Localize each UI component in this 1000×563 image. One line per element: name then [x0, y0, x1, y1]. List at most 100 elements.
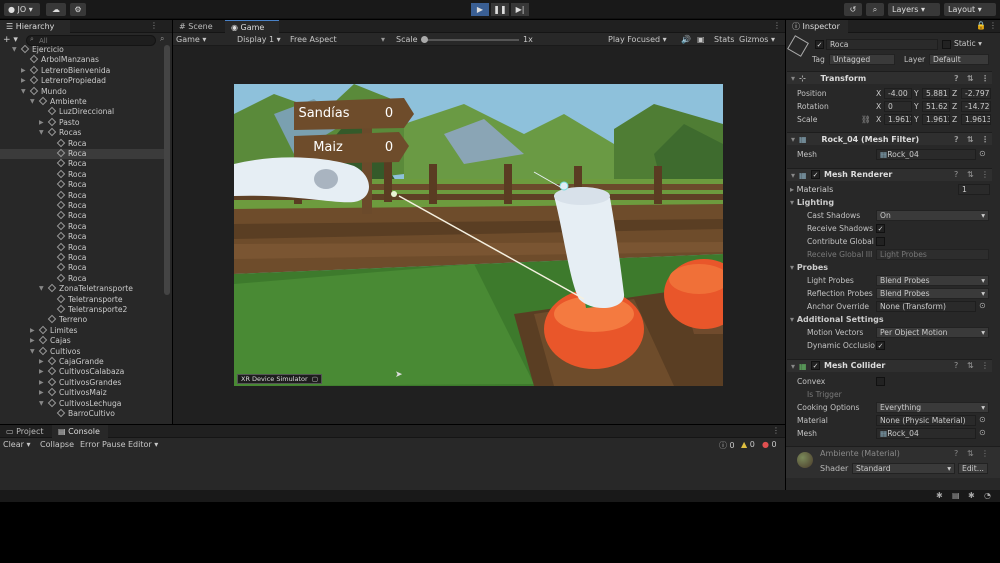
more-icon[interactable]: ⋮ [150, 21, 158, 30]
cooking-options-dropdown[interactable]: Everything ▾ [876, 402, 989, 413]
chevron-down-icon[interactable]: ▼ [12, 45, 20, 55]
chevron-right-icon[interactable]: ▶ [39, 357, 47, 367]
shader-dropdown[interactable]: Standard ▾ [852, 463, 955, 474]
add-button[interactable]: + ▾ [3, 35, 18, 45]
collider-mesh-field[interactable]: ▦Rock_04 [876, 428, 976, 439]
mesh-renderer-enabled-checkbox[interactable]: ✓ [811, 170, 820, 179]
mesh-filter-mesh-field[interactable]: ▦Rock_04 [876, 149, 976, 160]
help-icon[interactable]: ? [954, 449, 958, 458]
tab-game[interactable]: ◉ Game [225, 20, 279, 33]
warning-count[interactable]: ▲ 0 [741, 440, 755, 449]
hierarchy-item[interactable]: ▶ CajaGrande [0, 356, 170, 367]
presets-icon[interactable]: ⇅ [967, 72, 974, 85]
hierarchy-item[interactable]: Roca [0, 159, 170, 169]
help-icon[interactable]: ? [954, 133, 959, 146]
expand-icon[interactable]: ▢ [312, 375, 318, 383]
transform-header[interactable]: ▾ ⊹ Transform? ⇅ ⋮ [787, 71, 992, 84]
tab-scene[interactable]: # Scene [173, 20, 225, 33]
hierarchy-item[interactable]: Roca [0, 211, 170, 221]
chevron-down-icon[interactable]: ▼ [39, 399, 47, 409]
receive-shadows-checkbox[interactable]: ✓ [876, 224, 885, 233]
hierarchy-item[interactable]: Roca [0, 179, 170, 190]
link-icon[interactable]: ⛓ [861, 114, 871, 125]
presets-icon[interactable]: ⇅ [967, 133, 974, 146]
aspect-chevron-icon[interactable]: ▾ [381, 35, 385, 44]
cloud-icon[interactable]: ☁ [46, 3, 66, 16]
scale-x-field[interactable]: 1.9613 [884, 114, 912, 125]
hierarchy-item[interactable]: Roca [0, 200, 170, 211]
collapse-button[interactable]: Collapse [40, 440, 74, 449]
rotation-z-field[interactable]: -14.72 [961, 101, 991, 112]
hierarchy-item[interactable]: Roca [0, 138, 170, 149]
convex-checkbox[interactable] [876, 377, 885, 386]
more-icon[interactable]: ⋮ [989, 21, 997, 30]
hierarchy-item[interactable]: Roca [0, 221, 170, 232]
hierarchy-item[interactable]: BarroCultivo [0, 408, 170, 419]
scale-y-field[interactable]: 1.9613 [922, 114, 950, 125]
hierarchy-item[interactable]: ▼ Rocas [0, 127, 170, 138]
aspect-dropdown[interactable]: Free Aspect [290, 35, 337, 44]
error-pause-button[interactable]: Error Pause [80, 440, 126, 449]
help-icon[interactable]: ? [954, 168, 958, 181]
motion-vectors-dropdown[interactable]: Per Object Motion ▾ [876, 327, 989, 338]
scale-slider[interactable] [423, 39, 519, 41]
light-probes-dropdown[interactable]: Blend Probes ▾ [876, 275, 989, 286]
chevron-right-icon[interactable]: ▶ [30, 326, 38, 336]
chevron-down-icon[interactable]: ▼ [30, 347, 38, 357]
chevron-down-icon[interactable]: ▼ [39, 284, 47, 294]
tab-inspector[interactable]: ⓘ Inspector [786, 20, 848, 33]
hierarchy-item[interactable]: ▶ CultivosMaiz [0, 387, 170, 398]
game-viewport[interactable]: Sandías 0 Maiz 0 XR Device Simulator ▢ [234, 84, 723, 386]
object-picker-icon[interactable]: ⊙ [979, 415, 986, 424]
chevron-down-icon[interactable]: ▼ [39, 128, 47, 138]
more-icon[interactable]: ⋮ [773, 21, 781, 30]
static-dropdown[interactable]: Static ▾ [954, 39, 982, 48]
component-more-icon[interactable]: ⋮ [981, 359, 989, 372]
play-button[interactable]: ▶ [471, 3, 489, 16]
hierarchy-item[interactable]: ▶ Limites [0, 325, 170, 336]
hierarchy-item[interactable]: ▼ CultivosLechuga [0, 398, 170, 409]
cast-shadows-dropdown[interactable]: On ▾ [876, 210, 989, 221]
position-y-field[interactable]: 5.881 [922, 88, 950, 99]
tab-project[interactable]: ▭ Project [0, 425, 52, 438]
rotation-x-field[interactable]: 0 [884, 101, 912, 112]
hierarchy-item[interactable]: ▼ Ejercicio [0, 45, 170, 55]
play-focused-dropdown[interactable]: Play Focused ▾ [608, 35, 667, 44]
hierarchy-item[interactable]: ▶ Pasto [0, 117, 170, 128]
dynamic-occlusion-checkbox[interactable]: ✓ [876, 341, 885, 350]
hierarchy-item[interactable]: Roca [0, 263, 170, 273]
game-mode-dropdown[interactable]: Game ▾ [176, 35, 206, 44]
search-icon[interactable]: ⌕ [866, 3, 884, 16]
error-count[interactable]: ● 0 [762, 440, 777, 449]
object-picker-icon[interactable]: ⊙ [979, 301, 986, 310]
position-x-field[interactable]: -4.00 [884, 88, 912, 99]
chevron-right-icon[interactable]: ▶ [39, 378, 47, 388]
additional-settings-foldout[interactable]: ▾ Additional Settings [790, 314, 884, 325]
cache-icon[interactable]: ▤ [952, 491, 960, 500]
chevron-right-icon[interactable]: ▶ [39, 118, 47, 128]
reflection-probes-dropdown[interactable]: Blend Probes ▾ [876, 288, 989, 299]
lighting-icon[interactable]: ✱ [968, 491, 975, 500]
xr-simulator-panel[interactable]: XR Device Simulator ▢ [237, 374, 322, 384]
hierarchy-item[interactable]: Roca [0, 273, 170, 284]
chevron-right-icon[interactable]: ▶ [39, 367, 47, 377]
hierarchy-item[interactable]: Roca [0, 148, 170, 160]
gizmos-dropdown[interactable]: Gizmos ▾ [739, 35, 775, 44]
hierarchy-scrollbar[interactable] [164, 45, 170, 295]
chevron-down-icon[interactable]: ▼ [21, 87, 29, 97]
hierarchy-item[interactable]: ▶ LetreroPropiedad [0, 75, 170, 86]
lock-icon[interactable]: 🔒 [976, 21, 986, 30]
layout-dropdown[interactable]: Layout ▾ [944, 3, 996, 16]
layer-dropdown[interactable]: Default [929, 54, 989, 65]
mute-icon[interactable]: 🔊 [681, 35, 691, 44]
stats-button[interactable]: Stats [714, 35, 734, 44]
tab-console[interactable]: ▤ Console [52, 425, 108, 438]
lighting-foldout[interactable]: ▾ Lighting [790, 197, 834, 208]
chevron-down-icon[interactable]: ▼ [30, 97, 38, 107]
hierarchy-item[interactable]: ▶ CultivosGrandes [0, 377, 170, 388]
tab-hierarchy[interactable]: ☰ Hierarchy [0, 20, 70, 33]
hierarchy-item[interactable]: ▶ LetreroBienvenida [0, 65, 170, 76]
chevron-right-icon[interactable]: ▶ [21, 76, 29, 86]
active-checkbox[interactable]: ✓ [815, 40, 824, 49]
probes-foldout[interactable]: ▾ Probes [790, 262, 828, 273]
